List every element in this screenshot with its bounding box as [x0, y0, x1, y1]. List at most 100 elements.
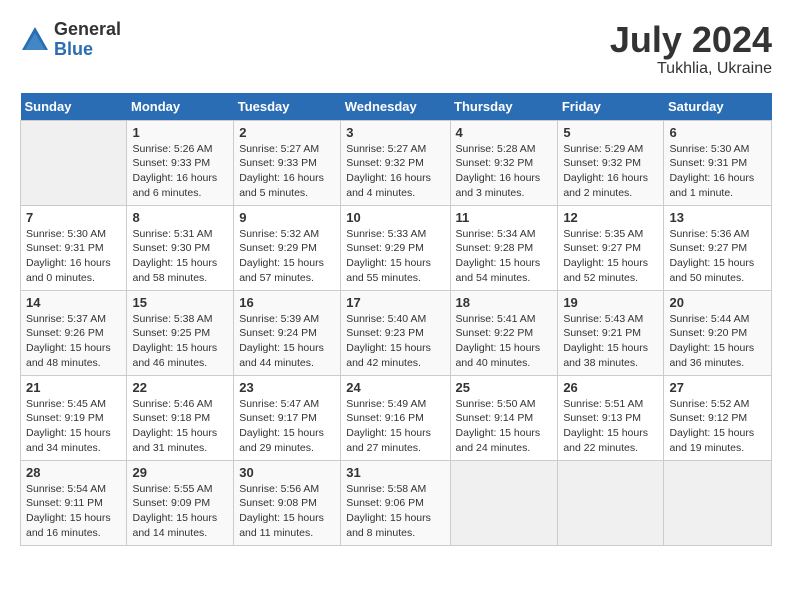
- days-of-week-row: SundayMondayTuesdayWednesdayThursdayFrid…: [21, 93, 772, 121]
- day-info: Sunrise: 5:30 AM Sunset: 9:31 PM Dayligh…: [26, 227, 121, 286]
- day-number: 30: [239, 465, 335, 480]
- day-of-week-header: Sunday: [21, 93, 127, 121]
- calendar-cell: 10 Sunrise: 5:33 AM Sunset: 9:29 PM Dayli…: [341, 205, 450, 290]
- month-year-title: July 2024: [610, 20, 772, 60]
- day-number: 11: [456, 210, 553, 225]
- day-info: Sunrise: 5:33 AM Sunset: 9:29 PM Dayligh…: [346, 227, 444, 286]
- calendar-week-row: 7 Sunrise: 5:30 AM Sunset: 9:31 PM Daylig…: [21, 205, 772, 290]
- calendar-cell: 2 Sunrise: 5:27 AM Sunset: 9:33 PM Daylig…: [234, 120, 341, 205]
- day-number: 25: [456, 380, 553, 395]
- day-number: 16: [239, 295, 335, 310]
- day-info: Sunrise: 5:27 AM Sunset: 9:33 PM Dayligh…: [239, 142, 335, 201]
- day-number: 1: [132, 125, 228, 140]
- day-number: 14: [26, 295, 121, 310]
- day-info: Sunrise: 5:45 AM Sunset: 9:19 PM Dayligh…: [26, 397, 121, 456]
- calendar-cell: 9Sunrise: 5:32 AM Sunset: 9:29 PM Daylig…: [234, 205, 341, 290]
- day-number: 21: [26, 380, 121, 395]
- day-info: Sunrise: 5:55 AM Sunset: 9:09 PM Dayligh…: [132, 482, 228, 541]
- day-number: 7: [26, 210, 121, 225]
- day-number: 8: [132, 210, 228, 225]
- day-number: 23: [239, 380, 335, 395]
- day-number: 17: [346, 295, 444, 310]
- day-info: Sunrise: 5:43 AM Sunset: 9:21 PM Dayligh…: [563, 312, 658, 371]
- day-info: Sunrise: 5:41 AM Sunset: 9:22 PM Dayligh…: [456, 312, 553, 371]
- day-number: 10: [346, 210, 444, 225]
- calendar-week-row: 21 Sunrise: 5:45 AM Sunset: 9:19 PM Dayli…: [21, 375, 772, 460]
- logo: General Blue: [20, 20, 121, 60]
- day-of-week-header: Monday: [127, 93, 234, 121]
- day-info: Sunrise: 5:28 AM Sunset: 9:32 PM Dayligh…: [456, 142, 553, 201]
- day-info: Sunrise: 5:26 AM Sunset: 9:33 PM Dayligh…: [132, 142, 228, 201]
- calendar-week-row: 1 Sunrise: 5:26 AM Sunset: 9:33 PM Daylig…: [21, 120, 772, 205]
- day-number: 3: [346, 125, 444, 140]
- day-number: 26: [563, 380, 658, 395]
- day-number: 13: [669, 210, 766, 225]
- calendar-cell: 15Sunrise: 5:38 AM Sunset: 9:25 PM Dayli…: [127, 290, 234, 375]
- day-number: 24: [346, 380, 444, 395]
- day-info: Sunrise: 5:34 AM Sunset: 9:28 PM Dayligh…: [456, 227, 553, 286]
- day-info: Sunrise: 5:32 AM Sunset: 9:29 PM Dayligh…: [239, 227, 335, 286]
- calendar-cell: 18 Sunrise: 5:41 AM Sunset: 9:22 PM Dayli…: [450, 290, 558, 375]
- logo-general: General: [54, 20, 121, 40]
- calendar-cell: 26 Sunrise: 5:51 AM Sunset: 9:13 PM Dayli…: [558, 375, 664, 460]
- calendar-cell: 21 Sunrise: 5:45 AM Sunset: 9:19 PM Dayli…: [21, 375, 127, 460]
- day-number: 4: [456, 125, 553, 140]
- day-info: Sunrise: 5:27 AM Sunset: 9:32 PM Dayligh…: [346, 142, 444, 201]
- day-info: Sunrise: 5:37 AM Sunset: 9:26 PM Dayligh…: [26, 312, 121, 371]
- calendar-cell: 16 Sunrise: 5:39 AM Sunset: 9:24 PM Dayli…: [234, 290, 341, 375]
- calendar-cell: 30 Sunrise: 5:56 AM Sunset: 9:08 PM Dayli…: [234, 460, 341, 545]
- calendar-cell: 29 Sunrise: 5:55 AM Sunset: 9:09 PM Dayli…: [127, 460, 234, 545]
- calendar-cell: 7 Sunrise: 5:30 AM Sunset: 9:31 PM Daylig…: [21, 205, 127, 290]
- day-number: 5: [563, 125, 658, 140]
- title-block: July 2024 Tukhlia, Ukraine: [610, 20, 772, 78]
- logo-text: General Blue: [54, 20, 121, 60]
- day-info: Sunrise: 5:31 AM Sunset: 9:30 PM Dayligh…: [132, 227, 228, 286]
- calendar-cell: 1 Sunrise: 5:26 AM Sunset: 9:33 PM Daylig…: [127, 120, 234, 205]
- day-number: 29: [132, 465, 228, 480]
- day-number: 19: [563, 295, 658, 310]
- calendar-header: SundayMondayTuesdayWednesdayThursdayFrid…: [21, 93, 772, 121]
- calendar-week-row: 28Sunrise: 5:54 AM Sunset: 9:11 PM Dayli…: [21, 460, 772, 545]
- calendar-cell: 3 Sunrise: 5:27 AM Sunset: 9:32 PM Daylig…: [341, 120, 450, 205]
- calendar-cell: 14 Sunrise: 5:37 AM Sunset: 9:26 PM Dayli…: [21, 290, 127, 375]
- day-of-week-header: Thursday: [450, 93, 558, 121]
- calendar-cell: [21, 120, 127, 205]
- day-of-week-header: Saturday: [664, 93, 772, 121]
- calendar-cell: 4 Sunrise: 5:28 AM Sunset: 9:32 PM Daylig…: [450, 120, 558, 205]
- calendar-cell: 25 Sunrise: 5:50 AM Sunset: 9:14 PM Dayli…: [450, 375, 558, 460]
- day-info: Sunrise: 5:50 AM Sunset: 9:14 PM Dayligh…: [456, 397, 553, 456]
- calendar-cell: 13 Sunrise: 5:36 AM Sunset: 9:27 PM Dayli…: [664, 205, 772, 290]
- day-info: Sunrise: 5:52 AM Sunset: 9:12 PM Dayligh…: [669, 397, 766, 456]
- day-number: 2: [239, 125, 335, 140]
- calendar-cell: 20Sunrise: 5:44 AM Sunset: 9:20 PM Dayli…: [664, 290, 772, 375]
- calendar-body: 1 Sunrise: 5:26 AM Sunset: 9:33 PM Daylig…: [21, 120, 772, 545]
- calendar-cell: [450, 460, 558, 545]
- calendar-cell: [558, 460, 664, 545]
- day-info: Sunrise: 5:51 AM Sunset: 9:13 PM Dayligh…: [563, 397, 658, 456]
- day-info: Sunrise: 5:46 AM Sunset: 9:18 PM Dayligh…: [132, 397, 228, 456]
- calendar-cell: 17 Sunrise: 5:40 AM Sunset: 9:23 PM Dayli…: [341, 290, 450, 375]
- calendar-cell: 12 Sunrise: 5:35 AM Sunset: 9:27 PM Dayli…: [558, 205, 664, 290]
- calendar-cell: 27Sunrise: 5:52 AM Sunset: 9:12 PM Dayli…: [664, 375, 772, 460]
- day-info: Sunrise: 5:36 AM Sunset: 9:27 PM Dayligh…: [669, 227, 766, 286]
- day-info: Sunrise: 5:58 AM Sunset: 9:06 PM Dayligh…: [346, 482, 444, 541]
- day-info: Sunrise: 5:44 AM Sunset: 9:20 PM Dayligh…: [669, 312, 766, 371]
- day-info: Sunrise: 5:30 AM Sunset: 9:31 PM Dayligh…: [669, 142, 766, 201]
- logo-icon: [20, 25, 50, 55]
- day-of-week-header: Wednesday: [341, 93, 450, 121]
- calendar-cell: 31Sunrise: 5:58 AM Sunset: 9:06 PM Dayli…: [341, 460, 450, 545]
- calendar-cell: 8 Sunrise: 5:31 AM Sunset: 9:30 PM Daylig…: [127, 205, 234, 290]
- calendar-cell: [664, 460, 772, 545]
- day-info: Sunrise: 5:35 AM Sunset: 9:27 PM Dayligh…: [563, 227, 658, 286]
- day-info: Sunrise: 5:56 AM Sunset: 9:08 PM Dayligh…: [239, 482, 335, 541]
- day-number: 12: [563, 210, 658, 225]
- day-number: 18: [456, 295, 553, 310]
- calendar-cell: 19 Sunrise: 5:43 AM Sunset: 9:21 PM Dayli…: [558, 290, 664, 375]
- day-of-week-header: Tuesday: [234, 93, 341, 121]
- day-info: Sunrise: 5:54 AM Sunset: 9:11 PM Dayligh…: [26, 482, 121, 541]
- day-info: Sunrise: 5:39 AM Sunset: 9:24 PM Dayligh…: [239, 312, 335, 371]
- day-info: Sunrise: 5:38 AM Sunset: 9:25 PM Dayligh…: [132, 312, 228, 371]
- calendar-cell: 11 Sunrise: 5:34 AM Sunset: 9:28 PM Dayli…: [450, 205, 558, 290]
- day-number: 6: [669, 125, 766, 140]
- day-info: Sunrise: 5:40 AM Sunset: 9:23 PM Dayligh…: [346, 312, 444, 371]
